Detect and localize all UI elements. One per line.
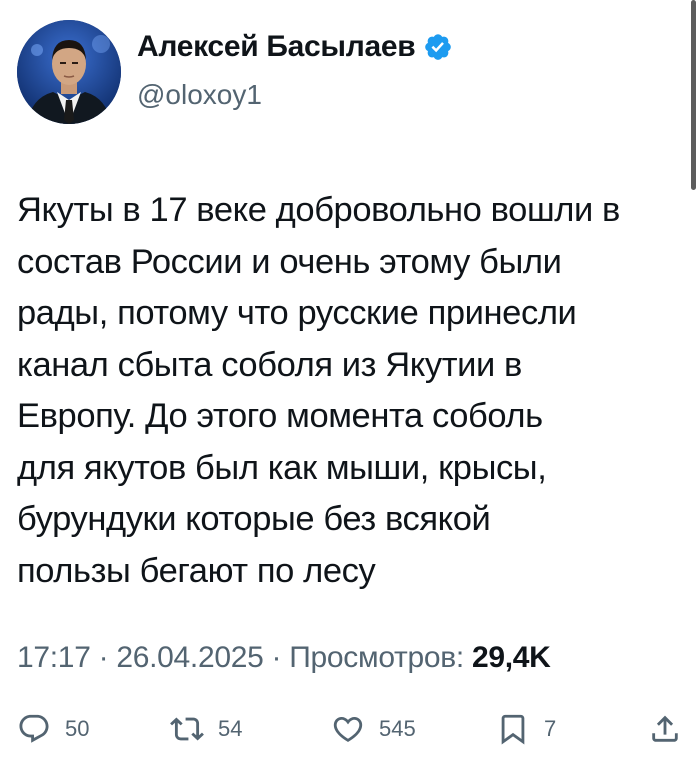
author-handle[interactable]: @oloxoy1 [137,79,262,111]
tweet-line: для якутов был как мыши, крысы, [17,448,547,487]
tweet-line: пользы бегают по лесу [17,551,376,590]
repost-count: 54 [218,716,243,741]
repost-icon [170,717,204,741]
tweet-meta: 17:17 · 26.04.2025 · Просмотров: 29,4K [17,641,551,675]
author-name[interactable]: Алексей Басылаев [137,30,416,64]
bookmark-button[interactable]: 7 [496,705,556,753]
like-button[interactable]: 545 [331,705,416,753]
tweet-line: бурундуки которые без всякой [17,500,491,538]
meta-separator: · [90,641,117,674]
tweet-date[interactable]: 26.04.2025 [116,641,263,674]
bookmark-icon [501,714,525,745]
tweet-line: Европу. До этого момента соболь [17,397,543,435]
action-bar: 50 54 545 7 [0,705,700,753]
reply-count: 50 [65,716,90,741]
scrollbar[interactable] [691,0,696,190]
views-count: 29,4K [471,641,551,674]
meta-separator: · [263,641,290,674]
avatar[interactable] [17,20,121,124]
share-icon [652,715,678,742]
tweet-text: Якуты в 17 веке добровольно вошли в сост… [17,185,692,597]
tweet-line: канал сбыта соболя из Якутии в [17,345,522,384]
author-name-row[interactable]: Алексей Басылаев [137,30,453,64]
tweet-line: Якуты в 17 веке добровольно вошли в [17,191,620,229]
reply-icon [19,714,49,743]
heart-icon [333,716,363,742]
repost-button[interactable]: 54 [170,705,242,753]
bookmark-count: 7 [544,716,557,741]
tweet-line: состав России и очень этому были [17,242,562,281]
share-button[interactable] [648,705,682,753]
views-label: Просмотров: [289,641,472,674]
avatar-photo [17,20,121,124]
tweet-time[interactable]: 17:17 [17,641,91,674]
like-count: 545 [379,716,416,741]
verified-badge-icon [425,34,452,60]
reply-button[interactable]: 50 [17,705,89,753]
tweet-line: рады, потому что русские принесли [17,294,577,332]
